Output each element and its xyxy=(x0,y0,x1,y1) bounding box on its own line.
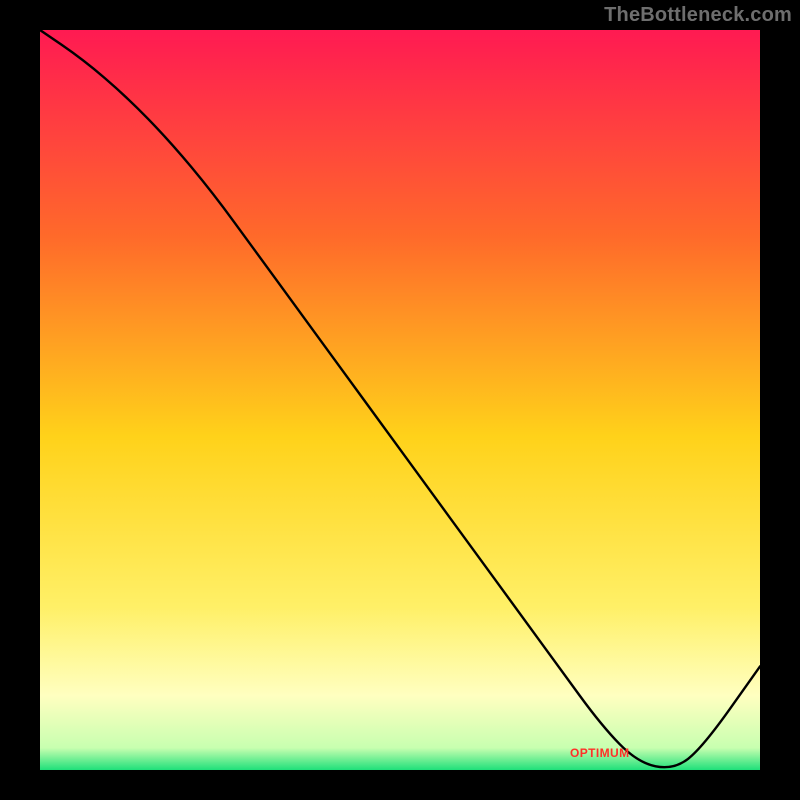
chart-frame: TheBottleneck.com OPTIMUM xyxy=(0,0,800,800)
optimum-label: OPTIMUM xyxy=(570,746,629,760)
watermark-text: TheBottleneck.com xyxy=(604,4,792,27)
gradient-background xyxy=(40,30,760,770)
plot-area: OPTIMUM xyxy=(40,30,760,770)
chart-svg xyxy=(40,30,760,770)
